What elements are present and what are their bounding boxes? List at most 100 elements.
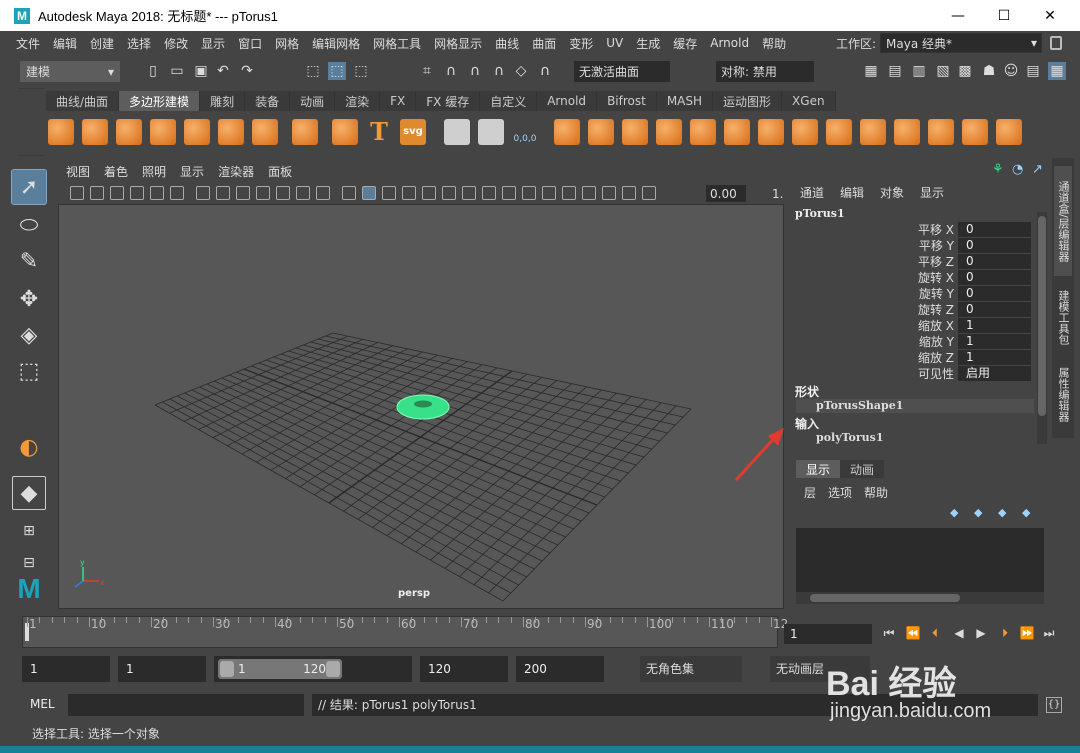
film-gate-icon[interactable] <box>216 186 230 200</box>
layer-scrollbar[interactable] <box>796 592 1044 604</box>
menu-edit[interactable]: 编辑 <box>53 35 77 52</box>
viewport-menu-renderer[interactable]: 渲染器 <box>218 163 254 180</box>
menu-edit-mesh[interactable]: 编辑网格 <box>312 35 360 52</box>
grease-pencil-icon[interactable] <box>170 186 184 200</box>
separate-icon[interactable] <box>588 119 614 145</box>
smooth-shade-icon[interactable] <box>362 186 376 200</box>
menu-select[interactable]: 选择 <box>127 35 151 52</box>
shelf-tab-motion-graphics[interactable]: 运动图形 <box>713 91 783 111</box>
shelf-tab-custom[interactable]: 自定义 <box>480 91 538 111</box>
move-layer-down-icon[interactable]: ◆ <box>974 506 990 520</box>
channel-box-menu-channels[interactable]: 通道 <box>800 184 824 201</box>
move-layer-up-icon[interactable]: ◆ <box>950 506 966 520</box>
field-chart-icon[interactable] <box>276 186 290 200</box>
playback-start-field[interactable]: 1 <box>118 656 206 682</box>
mash-dynamics-icon[interactable] <box>478 119 504 145</box>
poly-disc-icon[interactable] <box>252 119 278 145</box>
side-tab-channel-box[interactable]: 通道盒/层编辑器 <box>1054 166 1072 276</box>
viewport-menu-shading[interactable]: 着色 <box>104 163 128 180</box>
animation-end-field[interactable]: 200 <box>516 656 604 682</box>
bridge-icon[interactable] <box>758 119 784 145</box>
last-tool-icon[interactable]: ◐ <box>12 430 46 464</box>
snap-view-plane-icon[interactable]: ◇ <box>512 62 530 80</box>
shelf-tab-fx[interactable]: FX <box>380 91 417 111</box>
fill-hole-icon[interactable] <box>826 119 852 145</box>
layer-tab-anim[interactable]: 动画 <box>840 460 885 478</box>
sphere-projection-icon[interactable] <box>894 119 920 145</box>
attribute-value[interactable]: 0 <box>958 253 1031 269</box>
menu-uv[interactable]: UV <box>606 36 623 50</box>
shelf-tab-mash[interactable]: MASH <box>656 91 714 111</box>
select-tool-icon[interactable]: ➚ <box>11 169 47 205</box>
paint-select-tool-icon[interactable]: ✎ <box>12 244 46 278</box>
menu-mesh-display[interactable]: 网格显示 <box>434 35 482 52</box>
channel-box-icon-a[interactable]: ⚘ <box>992 162 1004 177</box>
close-button[interactable]: ✕ <box>1027 0 1073 31</box>
layer-menu-help[interactable]: 帮助 <box>864 484 888 501</box>
workspace-dropdown[interactable]: Maya 经典* ▾ <box>880 33 1043 53</box>
shelf-tab-rigging[interactable]: 装备 <box>245 91 291 111</box>
image-plane-icon[interactable] <box>130 186 144 200</box>
xray-components-icon[interactable] <box>622 186 636 200</box>
default-material-icon[interactable] <box>382 186 396 200</box>
step-back-key-icon[interactable]: ⏪ <box>904 625 922 641</box>
textured-icon[interactable] <box>422 186 436 200</box>
type-tool-icon[interactable]: T <box>366 119 392 145</box>
super-shape-icon[interactable] <box>332 119 358 145</box>
channel-box-menu-object[interactable]: 对象 <box>880 184 904 201</box>
script-editor-icon[interactable]: {} <box>1046 697 1062 713</box>
menu-mesh-tools[interactable]: 网格工具 <box>373 35 421 52</box>
smooth-icon[interactable] <box>622 119 648 145</box>
current-frame-field[interactable]: 1 <box>784 624 872 644</box>
symmetry-field[interactable]: 对称: 禁用 <box>716 61 814 82</box>
attribute-value[interactable]: 1 <box>958 317 1031 333</box>
menu-modify[interactable]: 修改 <box>164 35 188 52</box>
bevel-icon[interactable] <box>792 119 818 145</box>
scale-tool-icon[interactable]: ⬚ <box>12 354 46 388</box>
step-back-frame-icon[interactable]: ⏴ <box>926 625 944 641</box>
menu-display[interactable]: 显示 <box>201 35 225 52</box>
mirror-icon[interactable] <box>690 119 716 145</box>
render-current-icon[interactable]: ▤ <box>886 62 904 80</box>
wireframe-icon[interactable] <box>342 186 356 200</box>
step-forward-frame-icon[interactable]: ⏵ <box>996 625 1014 641</box>
motion-blur-icon[interactable] <box>502 186 516 200</box>
shelf-tab-xgen[interactable]: XGen <box>782 91 836 111</box>
poly-cone-icon[interactable] <box>150 119 176 145</box>
viewport-menu-show[interactable]: 显示 <box>180 163 204 180</box>
save-scene-icon[interactable]: ▣ <box>192 62 210 80</box>
isolate-select-icon[interactable] <box>562 186 576 200</box>
layer-menu-options[interactable]: 选项 <box>828 484 852 501</box>
open-scene-icon[interactable]: ▭ <box>168 62 186 80</box>
safe-title-icon[interactable] <box>316 186 330 200</box>
human-ik-icon[interactable]: ☺ <box>1002 62 1020 80</box>
attribute-value[interactable]: 1 <box>958 349 1031 365</box>
range-start-handle[interactable] <box>220 661 234 677</box>
viewport-menu-panels[interactable]: 面板 <box>268 163 292 180</box>
lock-icon[interactable] <box>1050 36 1062 50</box>
menu-file[interactable]: 文件 <box>16 35 40 52</box>
input-node[interactable]: polyTorus1 <box>796 431 1034 445</box>
camera-attributes-icon[interactable] <box>90 186 104 200</box>
target-weld-icon[interactable] <box>928 119 954 145</box>
quad-draw-icon[interactable] <box>962 119 988 145</box>
shelf-tab-sculpting[interactable]: 雕刻 <box>200 91 246 111</box>
layer-list[interactable] <box>796 528 1044 594</box>
time-slider[interactable]: 1 10 20 30 40 50 60 70 80 90 100 110 12 <box>22 616 788 648</box>
attribute-value[interactable]: 0 <box>958 237 1031 253</box>
playback-end-field[interactable]: 120 <box>420 656 508 682</box>
rotate-tool-icon[interactable]: ◈ <box>12 318 46 352</box>
channel-box-icon-b[interactable]: ◔ <box>1012 162 1023 177</box>
ipr-render-icon[interactable]: ▥ <box>910 62 928 80</box>
uv-editor-icon[interactable] <box>996 119 1022 145</box>
side-tab-modeling-toolkit[interactable]: 建模工具包 <box>1054 280 1072 354</box>
minimize-button[interactable]: — <box>935 0 981 31</box>
wireframe-on-shaded-icon[interactable] <box>402 186 416 200</box>
2d-pan-zoom-icon[interactable] <box>150 186 164 200</box>
undo-icon[interactable]: ↶ <box>214 62 232 80</box>
menu-surfaces[interactable]: 曲面 <box>532 35 556 52</box>
gate-mask-icon[interactable] <box>256 186 270 200</box>
range-end-handle[interactable] <box>326 661 340 677</box>
snap-point-icon[interactable]: ∩ <box>466 62 484 80</box>
snowflake-icon[interactable]: 0,0,0 <box>512 119 538 145</box>
